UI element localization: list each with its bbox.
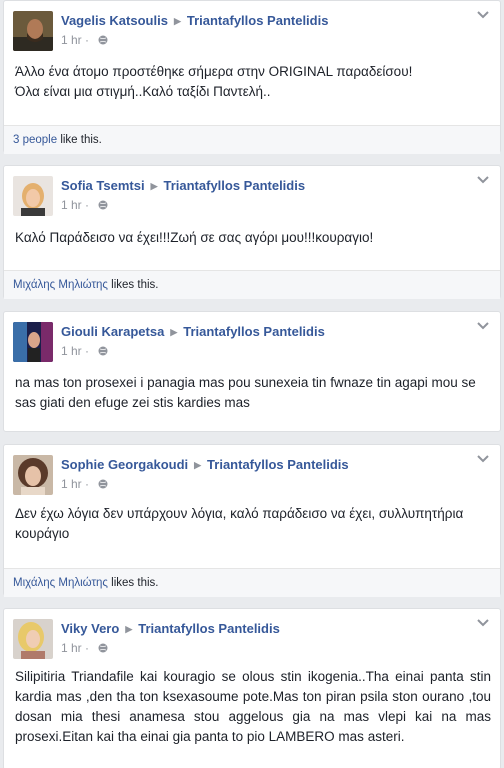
post-timestamp[interactable]: 1 hr [61,641,82,655]
post-text: Δεν έχω λόγια δεν υπάρχουν λόγια, καλό π… [15,506,464,541]
feed-post: Sophie Georgakoudi ▶ Triantafyllos Panteli… [3,444,501,597]
post-timestamp[interactable]: 1 hr [61,33,82,47]
likes-link[interactable]: Μιχάλης Μηλιώτης [13,577,108,589]
likes-link[interactable]: 3 people [13,134,57,146]
feed-post: Vagelis Katsoulis ▶ Triantafyllos Pantelid… [3,0,501,154]
audience-globe-icon [98,479,108,489]
chevron-down-icon[interactable] [476,9,490,21]
arrow-right-icon: ▶ [170,327,178,337]
target-profile-link[interactable]: Triantafyllos Pantelidis [207,457,349,472]
author-name-link[interactable]: Sophie Georgakoudi [61,457,188,472]
author-avatar[interactable] [13,322,53,362]
arrow-right-icon: ▶ [150,181,158,191]
arrow-right-icon: ▶ [125,624,133,634]
target-profile-link[interactable]: Triantafyllos Pantelidis [187,13,329,28]
chevron-down-icon[interactable] [476,320,490,332]
post-text: Silipitiria Triandafile kai kouragio se … [15,669,491,744]
likes-bar: Μιχάλης Μηλιώτης likes this. [4,270,500,299]
target-profile-link[interactable]: Triantafyllos Pantelidis [163,178,305,193]
audience-globe-icon [98,643,108,653]
author-name-link[interactable]: Sofia Tsemtsi [61,178,145,193]
feed-post: Giouli Karapetsa ▶ Triantafyllos Pantelidi… [3,311,501,432]
author-name-link[interactable]: Vagelis Katsoulis [61,13,168,28]
likes-suffix: likes this. [107,279,159,291]
feed-post: Viky Vero ▶ Triantafyllos Pantelidis 1 hr … [3,608,501,768]
likes-bar: 3 people like this. [4,125,500,154]
arrow-right-icon: ▶ [173,16,181,26]
author-name-link[interactable]: Giouli Karapetsa [61,324,164,339]
author-avatar[interactable] [13,11,53,51]
chevron-down-icon[interactable] [476,617,490,629]
post-timestamp[interactable]: 1 hr [61,344,82,358]
chevron-down-icon[interactable] [476,174,490,186]
feed-post: Sofia Tsemtsi ▶ Triantafyllos Pantelidis 1… [3,165,501,299]
audience-globe-icon [98,35,108,45]
audience-globe-icon [98,200,108,210]
audience-globe-icon [98,346,108,356]
post-text: na mas ton prosexei i panagia mas pou su… [15,375,476,410]
likes-suffix: likes this. [107,577,159,589]
chevron-down-icon[interactable] [476,453,490,465]
arrow-right-icon: ▶ [194,460,202,470]
post-text: Καλό Παράδεισο να έχει!!!Ζωή σε σας αγόρ… [15,230,374,245]
post-timestamp[interactable]: 1 hr [61,198,82,212]
post-text: Άλλο ένα άτομο προστέθηκε σήμερα στην OR… [15,64,413,99]
target-profile-link[interactable]: Triantafyllos Pantelidis [183,324,325,339]
likes-bar: Μιχάλης Μηλιώτης likes this. [4,568,500,597]
author-avatar[interactable] [13,619,53,659]
post-timestamp[interactable]: 1 hr [61,477,82,491]
likes-suffix: like this. [57,134,102,146]
author-avatar[interactable] [13,176,53,216]
likes-link[interactable]: Μιχάλης Μηλιώτης [13,279,108,291]
author-avatar[interactable] [13,455,53,495]
author-name-link[interactable]: Viky Vero [61,621,119,636]
target-profile-link[interactable]: Triantafyllos Pantelidis [138,621,280,636]
